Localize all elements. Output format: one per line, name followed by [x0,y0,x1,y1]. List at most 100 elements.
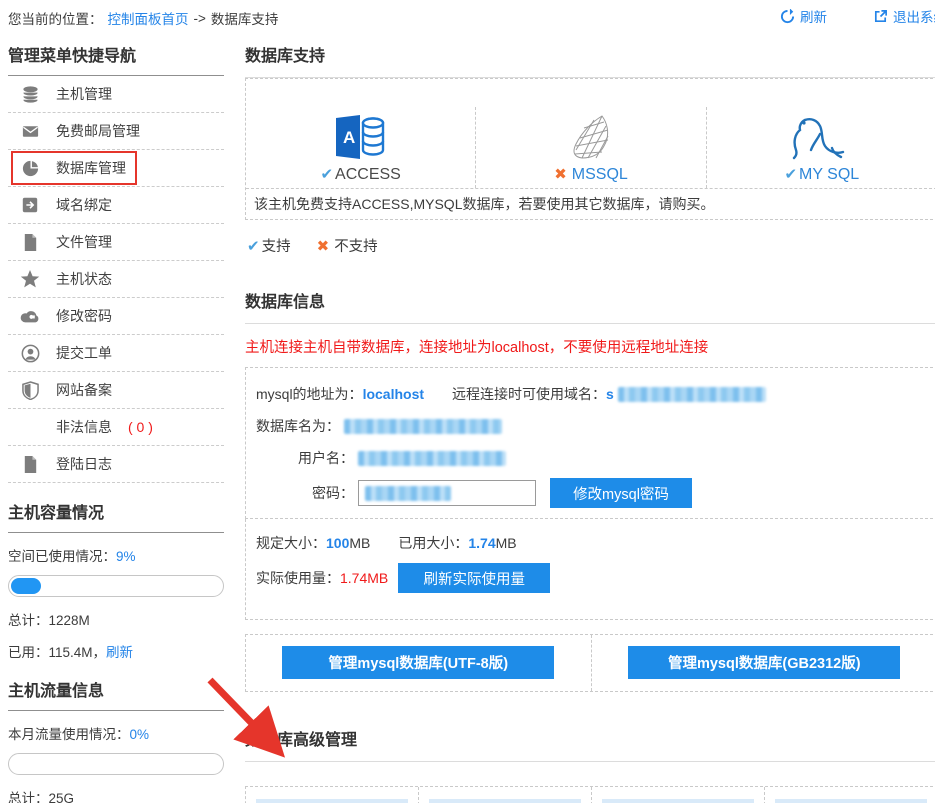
arrow-right-icon [20,195,40,215]
sidebar-item-mail-manage[interactable]: 免费邮局管理 [8,113,224,150]
supported-check-icon: ✔ [320,166,333,183]
mysql-address-row: mysql的地址为： localhost 远程连接时可使用域名： s [256,382,927,406]
db-name: ACCESS [335,166,401,183]
x-icon: ✖ [317,238,330,255]
username-row: 用户名： [256,446,927,470]
capacity-percent: 9% [116,549,136,564]
sidebar-item-label: 登陆日志 [56,454,112,474]
user-circle-icon [20,343,40,363]
db-name: MSSQL [572,166,628,183]
manage-mysql-gb2312-button[interactable]: 管理mysql数据库(GB2312版) [628,646,900,679]
sidebar-item-submit-ticket[interactable]: 提交工单 [8,335,224,372]
support-cell-mysql: ✔MY SQL [707,107,935,188]
sidebar: 管理菜单快捷导航 主机管理 免费邮局管理 数据库管理 域名绑定 文件管理 主机状… [8,32,224,803]
sidebar-item-label: 文件管理 [56,232,112,252]
sidebar-title: 管理菜单快捷导航 [8,32,224,76]
database-size-box: 规定大小： 100 MB 已用大小： 1.74 MB 实际使用量： 1.74MB… [245,519,935,620]
remote-domain-prefix: s [606,386,614,402]
support-title: 数据库支持 [245,32,935,78]
change-mysql-password-button[interactable]: 修改mysql密码 [550,478,692,508]
refresh-link[interactable]: 刷新 [780,6,827,26]
sidebar-item-change-password[interactable]: 修改密码 [8,298,224,335]
file-icon [20,454,40,474]
traffic-usage: 本月流量使用情况：0% [8,711,224,743]
repair-mysql-button[interactable]: 修复Mysql数据表 [775,799,927,803]
manage-utf8-cell: 管理mysql数据库(UTF-8版) [246,635,592,691]
envelope-icon [20,121,40,141]
sidebar-item-domain-bind[interactable]: 域名绑定 [8,187,224,224]
breadcrumb-prefix: 您当前的位置： [8,8,103,28]
traffic-total: 总计：25G [8,775,224,803]
breadcrumb-current: 数据库支持 [211,8,279,28]
mysql-address-value: localhost [363,386,424,402]
traffic-percent: 0% [130,727,150,742]
used-size-value: 1.74 [468,535,495,551]
info-warning: 主机连接主机自带数据库，连接地址为localhost，不要使用远程地址连接 [245,336,935,357]
restore-mysql-button[interactable]: 恢复mysql数据库 [429,799,581,803]
quota-row: 规定大小： 100 MB 已用大小： 1.74 MB [256,531,927,555]
support-cell-mssql: ✖MSSQL [476,107,706,188]
refresh-usage-button[interactable]: 刷新实际使用量 [398,563,550,593]
masked-username [358,451,506,466]
masked-password [365,486,451,501]
manage-gb2312-cell: 管理mysql数据库(GB2312版) [592,635,935,691]
logout-icon [873,9,888,24]
actual-usage-value: 1.74MB [340,570,388,586]
pie-chart-icon [20,158,40,178]
support-note: 该主机免费支持ACCESS,MYSQL数据库，若要使用其它数据库，请购买。 [246,188,935,219]
sidebar-item-label: 主机管理 [56,84,112,104]
breadcrumb-home-link[interactable]: 控制面板首页 [108,8,189,28]
sidebar-item-file-manage[interactable]: 文件管理 [8,224,224,261]
advanced-title: 数据库高级管理 [245,716,935,762]
db-name: MY SQL [799,166,859,183]
capacity-title: 主机容量情况 [8,483,224,533]
manage-mysql-utf8-button[interactable]: 管理mysql数据库(UTF-8版) [282,646,554,679]
advanced-row1: 备份mysql数据库 恢复mysql数据库 清空Mysql数据库 修复Mysql… [245,786,935,803]
sidebar-item-label: 非法信息 [56,417,112,437]
capacity-refresh-link[interactable]: 刷新 [106,645,133,660]
sidebar-item-host-status[interactable]: 主机状态 [8,261,224,298]
file-icon [20,232,40,252]
sidebar-item-label: 免费邮局管理 [56,121,140,141]
check-icon: ✔ [247,238,260,255]
mssql-logo [562,114,620,160]
actual-usage-row: 实际使用量： 1.74MB 刷新实际使用量 [256,563,927,593]
database-stack-icon [20,84,40,104]
manage-buttons-box: 管理mysql数据库(UTF-8版) 管理mysql数据库(GB2312版) [245,634,935,692]
capacity-total: 总计：1228M [8,597,224,629]
traffic-title: 主机流量信息 [8,661,224,711]
capacity-progress-fill [11,578,41,594]
sidebar-item-database-manage[interactable]: 数据库管理 [8,150,224,187]
breadcrumb: 您当前的位置： 控制面板首页 -> 数据库支持 刷新 退出系统 [0,0,935,32]
database-info-box: mysql的地址为： localhost 远程连接时可使用域名： s 数据库名为… [245,367,935,519]
masked-database-name [344,419,502,434]
sidebar-item-label: 网站备案 [56,380,112,400]
logout-link[interactable]: 退出系统 [873,6,935,26]
backup-mysql-button[interactable]: 备份mysql数据库 [256,799,408,803]
sidebar-item-website-filing[interactable]: 网站备案 [8,372,224,409]
capacity-progress-bar [8,575,224,597]
supported-check-icon: ✔ [784,166,797,183]
refresh-icon [780,9,795,24]
access-logo: A [330,114,392,160]
database-support-box: A ✔ACCESS [245,78,935,220]
sidebar-item-host-manage[interactable]: 主机管理 [8,76,224,113]
cloud-icon [20,306,40,326]
sidebar-item-login-log[interactable]: 登陆日志 [8,446,224,483]
password-row: 密码： 修改mysql密码 [256,478,927,508]
star-icon [20,269,40,289]
sidebar-item-label: 主机状态 [56,269,112,289]
masked-remote-domain [618,387,766,402]
empty-mysql-button[interactable]: 清空Mysql数据库 [602,799,754,803]
sidebar-item-illegal-info[interactable]: 非法信息 ( 0 ) [8,409,224,446]
capacity-used: 已用：115.4M，刷新 [8,629,224,661]
svg-text:A: A [343,128,355,147]
sidebar-item-label: 域名绑定 [56,195,112,215]
main-content: 数据库支持 A ✔ACCESS [224,32,935,803]
dbname-row: 数据库名为： [256,414,927,438]
quota-value: 100 [326,535,349,551]
capacity-usage: 空间已使用情况：9% [8,533,224,565]
sidebar-item-label: 提交工单 [56,343,112,363]
info-title: 数据库信息 [245,278,935,324]
mysql-password-input[interactable] [358,480,536,506]
